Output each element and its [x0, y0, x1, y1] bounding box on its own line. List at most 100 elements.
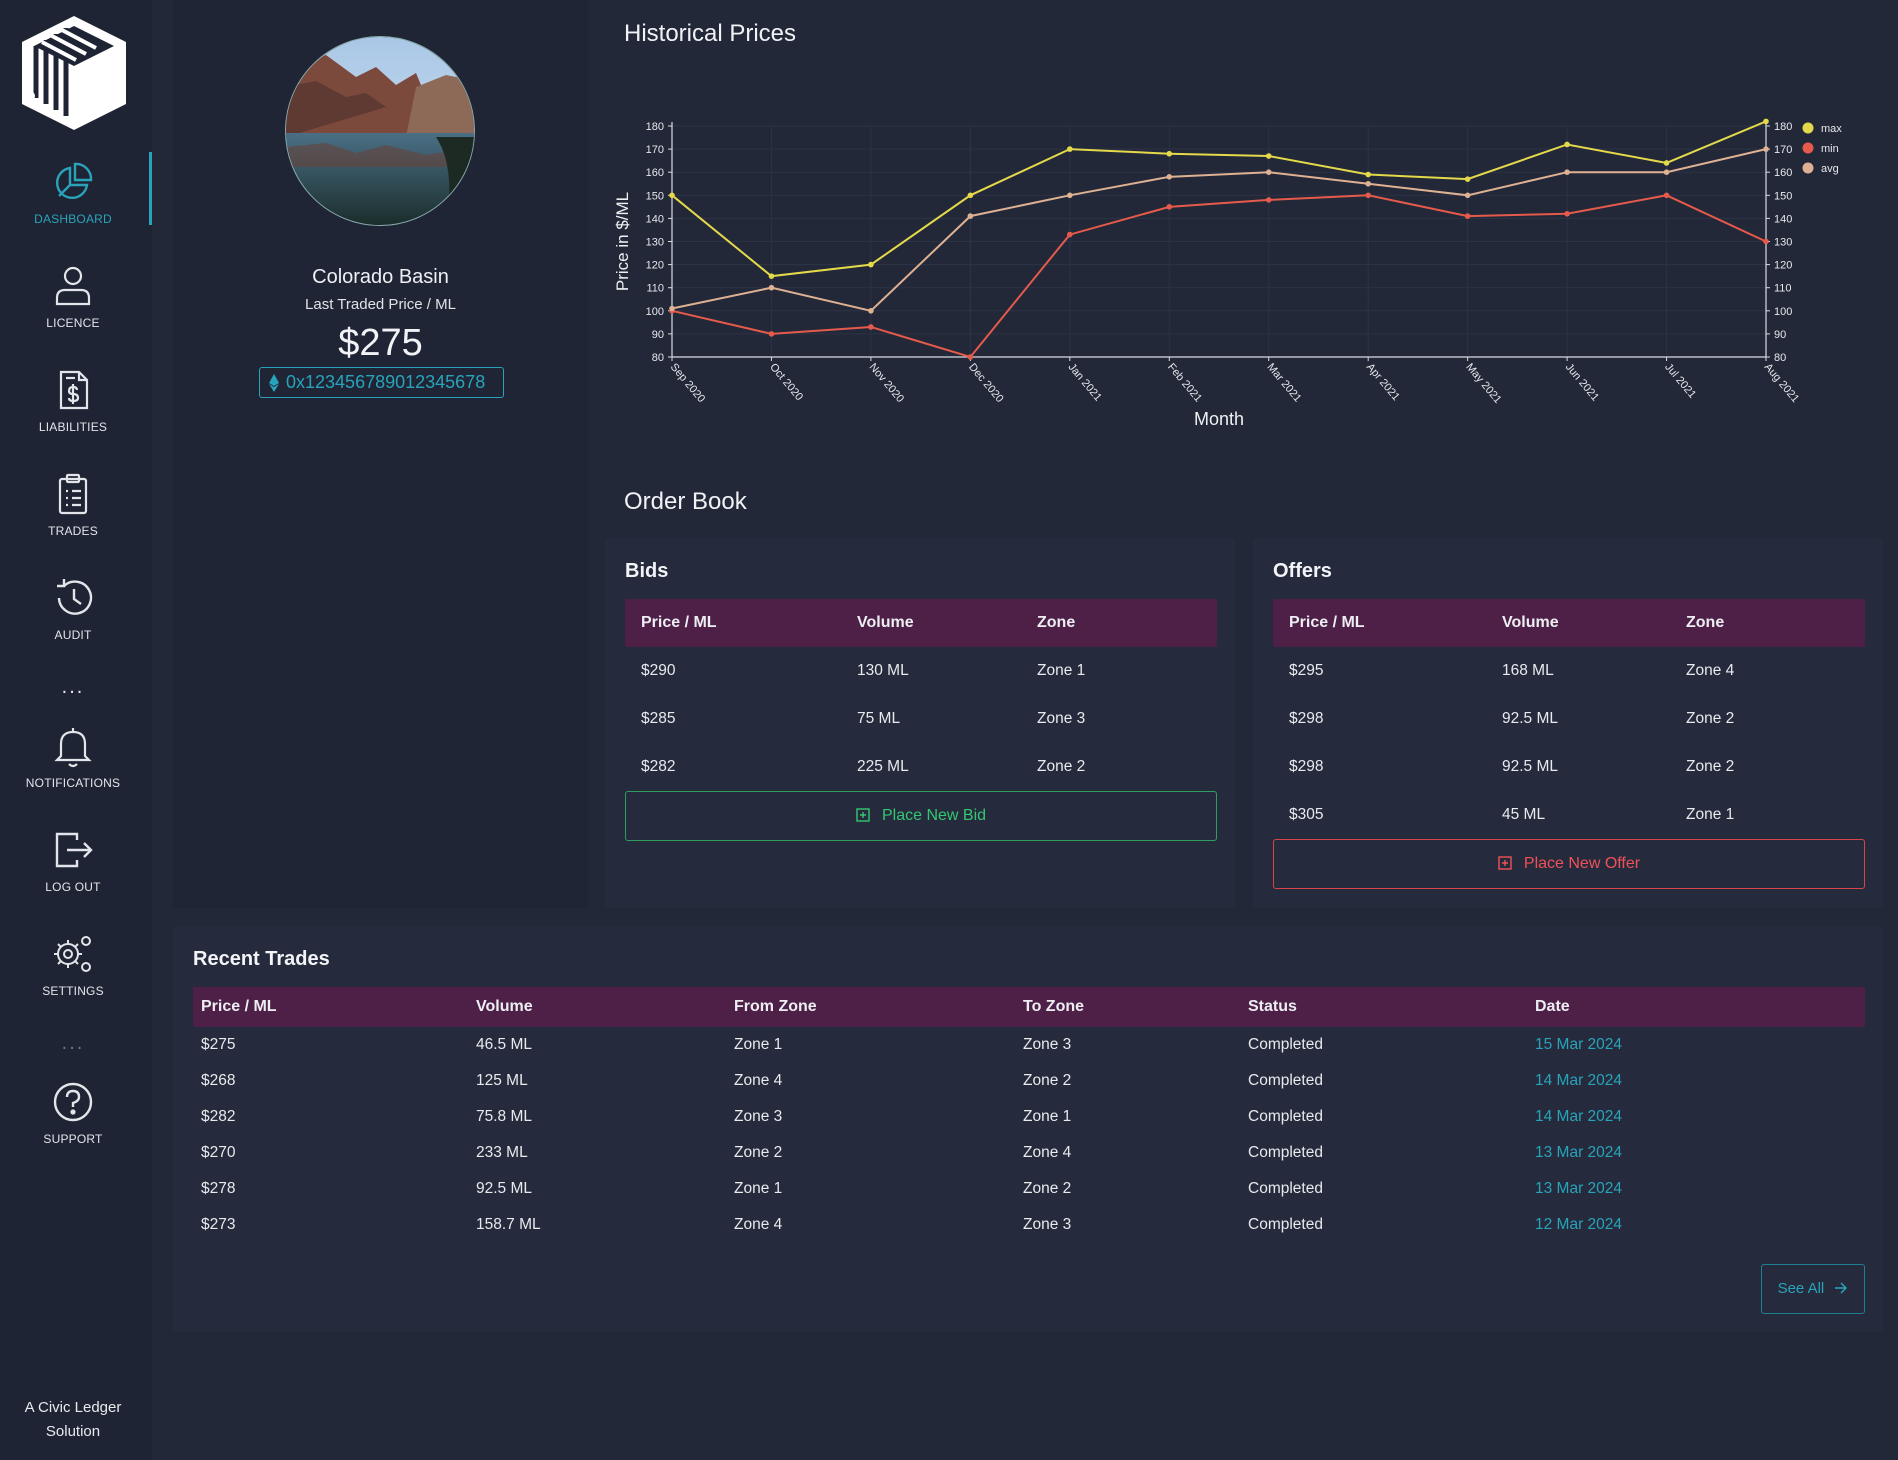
trade-date[interactable]: 13 Mar 2024 — [1535, 1135, 1622, 1171]
offer-row[interactable]: $295 168 ML Zone 4 — [1273, 647, 1865, 695]
trade-to-zone: Zone 1 — [1023, 1108, 1072, 1125]
nav-label: LIABILITIES — [38, 420, 108, 434]
x-tick-label: Sep 2020 — [668, 361, 707, 405]
y-tick-label-right: 80 — [1774, 352, 1786, 364]
data-point-min — [1464, 213, 1471, 219]
place-new-offer-button[interactable]: Place New Offer — [1273, 839, 1865, 889]
offer-volume: 92.5 ML — [1502, 758, 1559, 775]
y-tick-label-right: 130 — [1774, 237, 1792, 249]
nav-liabilities[interactable]: LIABILITIES — [0, 368, 146, 448]
trade-row[interactable]: $278 92.5 ML Zone 1 Zone 2 Completed 13 Mar 2… — [193, 1171, 1865, 1207]
nav-dashboard[interactable]: DASHBOARD — [0, 160, 146, 240]
data-point-min — [1564, 210, 1570, 217]
arrow-right-icon — [1835, 1282, 1848, 1294]
x-tick-label: Feb 2021 — [1165, 361, 1204, 404]
column-header[interactable]: Zone — [1686, 599, 1724, 647]
user-icon — [55, 266, 91, 306]
x-tick-label: Dec 2020 — [966, 361, 1005, 405]
bid-row[interactable]: $282 225 ML Zone 2 — [625, 743, 1217, 791]
button-label: See All — [1777, 1280, 1825, 1297]
data-point-max — [868, 261, 874, 268]
offer-volume: 92.5 ML — [1502, 710, 1559, 727]
nav-trades[interactable]: TRADES — [0, 472, 146, 552]
active-nav-indicator — [149, 152, 152, 225]
trade-row[interactable]: $273 158.7 ML Zone 4 Zone 3 Completed 12 Mar … — [193, 1207, 1865, 1243]
x-tick-label: Jun 2021 — [1563, 361, 1601, 403]
bid-row[interactable]: $285 75 ML Zone 3 — [625, 695, 1217, 743]
data-point-min — [1166, 204, 1173, 210]
nav-settings[interactable]: SETTINGS — [0, 932, 146, 1012]
data-point-min — [1265, 197, 1272, 203]
offer-price: $295 — [1289, 662, 1324, 679]
trade-date[interactable]: 15 Mar 2024 — [1535, 1027, 1622, 1063]
column-header[interactable]: Volume — [1502, 599, 1559, 647]
gears-icon — [54, 936, 91, 972]
sidebar-separator-dots: ... — [61, 1032, 85, 1054]
nav-licence[interactable]: LICENCE — [0, 264, 146, 344]
bid-row[interactable]: $290 130 ML Zone 1 — [625, 647, 1217, 695]
nav-support[interactable]: SUPPORT — [0, 1080, 146, 1160]
x-tick-label: Apr 2021 — [1364, 361, 1402, 403]
nav-notifications[interactable]: NOTIFICATIONS — [0, 724, 146, 804]
nav-logout[interactable]: LOG OUT — [0, 828, 146, 908]
series-line-max — [671, 120, 1767, 278]
brand-footer: A Civic Ledger Solution — [0, 1396, 146, 1444]
see-all-button[interactable]: See All — [1761, 1264, 1865, 1314]
wallet-address-badge[interactable]: 0x123456789012345678 — [259, 367, 504, 398]
data-point-max — [768, 273, 775, 279]
recent-trades-header: Price / ML Volume From Zone To Zone Stat… — [193, 987, 1865, 1027]
column-header[interactable]: Status — [1248, 987, 1297, 1027]
trade-date[interactable]: 12 Mar 2024 — [1535, 1207, 1622, 1243]
column-header[interactable]: From Zone — [734, 987, 817, 1027]
offer-zone: Zone 2 — [1686, 710, 1735, 727]
column-header[interactable]: Price / ML — [641, 599, 717, 647]
column-header[interactable]: To Zone — [1023, 987, 1084, 1027]
trade-price: $273 — [201, 1216, 236, 1233]
y-tick-label-right: 120 — [1774, 260, 1792, 272]
basin-name: Colorado Basin — [312, 266, 449, 288]
bid-zone: Zone 2 — [1037, 758, 1086, 775]
footer-line: A Civic Ledger — [24, 1399, 122, 1416]
trade-row[interactable]: $282 75.8 ML Zone 3 Zone 1 Completed 14 Mar 2… — [193, 1099, 1865, 1135]
nav-label: DASHBOARD — [34, 212, 112, 226]
trade-row[interactable]: $268 125 ML Zone 4 Zone 2 Completed 14 Mar 20… — [193, 1063, 1865, 1099]
trade-row[interactable]: $275 46.5 ML Zone 1 Zone 3 Completed 15 Mar 2… — [193, 1027, 1865, 1063]
dollar-document-icon — [59, 370, 89, 410]
column-header[interactable]: Price / ML — [201, 987, 277, 1027]
app-logo[interactable] — [22, 16, 126, 130]
button-label: Place New Offer — [1523, 855, 1641, 872]
trade-date[interactable]: 14 Mar 2024 — [1535, 1063, 1622, 1099]
data-point-min — [1365, 192, 1371, 199]
x-tick-label: Aug 2021 — [1762, 361, 1801, 405]
trade-status: Completed — [1248, 1216, 1323, 1233]
trade-to-zone: Zone 2 — [1023, 1180, 1072, 1197]
nav-audit[interactable]: AUDIT — [0, 576, 146, 656]
offer-row[interactable]: $305 45 ML Zone 1 — [1273, 791, 1865, 839]
basin-profile-panel: Colorado Basin Last Traded Price / ML $2… — [173, 0, 588, 908]
column-header[interactable]: Price / ML — [1289, 599, 1365, 647]
offer-row[interactable]: $298 92.5 ML Zone 2 — [1273, 695, 1865, 743]
legend-marker-max — [1802, 122, 1814, 134]
y-tick-label-left: 80 — [652, 352, 664, 364]
data-point-avg — [1663, 169, 1670, 175]
data-point-avg — [868, 308, 874, 314]
trade-date[interactable]: 13 Mar 2024 — [1535, 1171, 1622, 1207]
series-line-avg — [671, 148, 1767, 312]
trade-volume: 233 ML — [476, 1144, 528, 1161]
place-new-bid-button[interactable]: Place New Bid — [625, 791, 1217, 841]
trade-from-zone: Zone 2 — [734, 1144, 783, 1161]
trade-date[interactable]: 14 Mar 2024 — [1535, 1099, 1622, 1135]
column-header[interactable]: Volume — [476, 987, 533, 1027]
column-header[interactable]: Volume — [857, 599, 914, 647]
sidebar: DASHBOARD LICENCE LIABILITIES TRADES AUD… — [0, 0, 152, 1460]
trade-price: $268 — [201, 1072, 236, 1089]
trade-to-zone: Zone 4 — [1023, 1144, 1072, 1161]
offer-row[interactable]: $298 92.5 ML Zone 2 — [1273, 743, 1865, 791]
y-tick-label-right: 110 — [1774, 283, 1792, 295]
legend-label-min: min — [1821, 143, 1839, 155]
column-header[interactable]: Zone — [1037, 599, 1075, 647]
y-tick-label-left: 170 — [646, 144, 664, 156]
trade-row[interactable]: $270 233 ML Zone 2 Zone 4 Completed 13 Mar 20… — [193, 1135, 1865, 1171]
column-header[interactable]: Date — [1535, 987, 1570, 1027]
trade-from-zone: Zone 3 — [734, 1108, 783, 1125]
